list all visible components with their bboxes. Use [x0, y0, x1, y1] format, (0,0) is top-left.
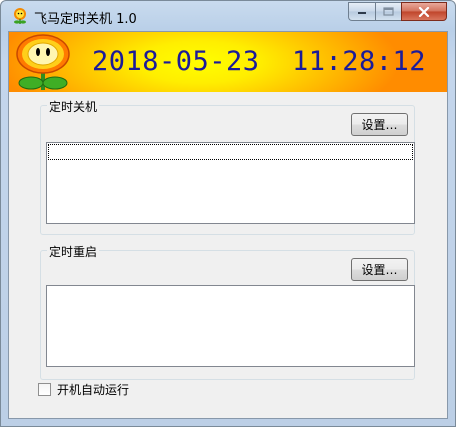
- current-date: 2018-05-23: [92, 46, 260, 77]
- close-icon: [418, 6, 430, 17]
- maximize-button[interactable]: [375, 2, 401, 21]
- flower-mascot: [16, 34, 70, 90]
- restart-settings-button[interactable]: 设置…: [351, 258, 408, 281]
- window-title: 飞马定时关机 1.0: [34, 12, 137, 27]
- flower-icon: [14, 8, 26, 24]
- list-focus-row[interactable]: [48, 144, 413, 160]
- clock-banner: 2018-05-23 11:28:12: [9, 32, 447, 92]
- autostart-checkbox[interactable]: [38, 383, 51, 396]
- shutdown-group: 定时关机 设置…: [40, 98, 415, 235]
- app-window: 飞马定时关机 1.0 2018-05-23 11:28:12 定时关机 设置… …: [0, 0, 456, 427]
- caption-buttons: [348, 2, 447, 22]
- shutdown-task-list[interactable]: [46, 142, 415, 224]
- maximize-icon: [383, 7, 394, 16]
- client-area: 2018-05-23 11:28:12 定时关机 设置… 定时重启 设置… 开机…: [8, 31, 448, 419]
- current-time: 11:28:12: [292, 46, 427, 77]
- shutdown-settings-button[interactable]: 设置…: [351, 113, 408, 136]
- minimize-button[interactable]: [348, 2, 375, 21]
- autostart-option[interactable]: 开机自动运行: [38, 381, 129, 398]
- close-button[interactable]: [401, 2, 447, 21]
- restart-task-list[interactable]: [46, 285, 415, 367]
- title-bar[interactable]: 飞马定时关机 1.0: [1, 1, 455, 31]
- autostart-label: 开机自动运行: [57, 383, 130, 397]
- restart-group: 定时重启 设置…: [40, 243, 415, 380]
- restart-group-label: 定时重启: [47, 243, 100, 260]
- minimize-icon: [358, 11, 366, 14]
- shutdown-group-label: 定时关机: [47, 98, 100, 115]
